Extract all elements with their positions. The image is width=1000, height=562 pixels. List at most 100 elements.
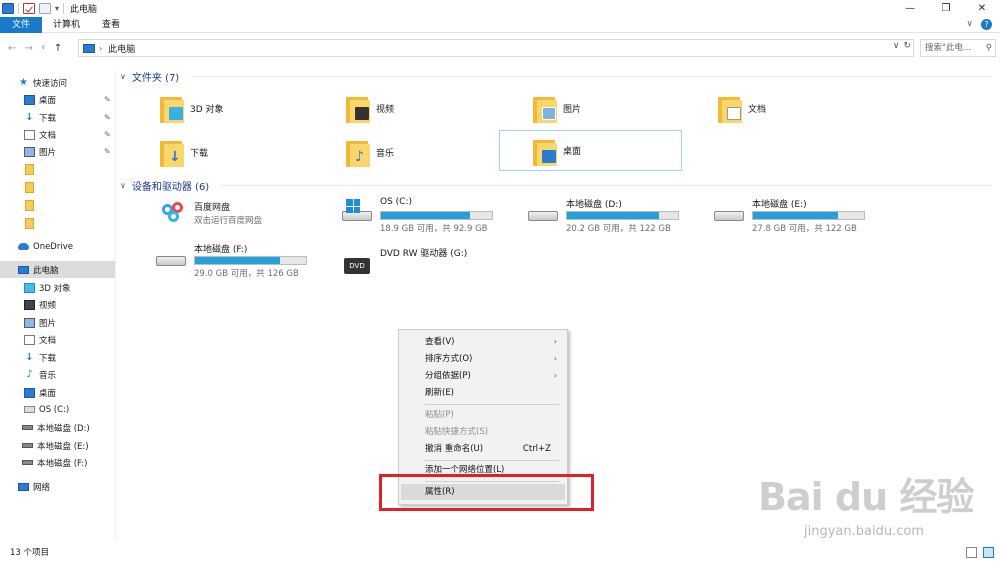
sidebar-item-this-pc[interactable]: 此电脑 — [0, 261, 115, 278]
details-view-icon[interactable] — [966, 547, 977, 558]
submenu-arrow-icon: › — [553, 337, 557, 346]
sidebar-item-drive-e[interactable]: 本地磁盘 (E:) — [0, 437, 115, 454]
drive-info: 18.9 GB 可用，共 92.9 GB — [380, 224, 488, 234]
pin-icon: ✎ — [104, 95, 111, 104]
address-bar[interactable]: › 此电脑 ∨ ↻ — [78, 39, 914, 57]
search-icon[interactable]: ⚲ — [986, 40, 992, 56]
drive-dvd[interactable]: DVD DVD RW 驱动器 (G:) — [342, 246, 512, 282]
address-dropdown-icon[interactable]: ∨ — [893, 41, 900, 51]
tab-computer[interactable]: 计算机 — [42, 17, 91, 33]
sidebar-item-folder[interactable] — [0, 179, 115, 196]
sidebar-item-documents-pc[interactable]: 文档 — [0, 331, 115, 348]
folder-documents[interactable]: 文档 — [718, 90, 878, 126]
sidebar-item-onedrive[interactable]: OneDrive — [0, 238, 115, 255]
drive-info: 27.8 GB 可用，共 122 GB — [752, 224, 857, 234]
menu-item-label: 刷新(E) — [425, 388, 455, 398]
sidebar-item-pictures[interactable]: 图片 ✎ — [0, 143, 115, 160]
hdd-icon — [156, 256, 186, 266]
search-input[interactable]: 搜索"此电... ⚲ — [920, 39, 996, 57]
3d-objects-icon — [24, 282, 35, 293]
title-bar: ▾ 此电脑 — ❐ ✕ — [0, 0, 1000, 17]
drive-baidu-netdisk[interactable]: 百度网盘 双击运行百度网盘 — [156, 200, 326, 236]
drive-name: OS (C:) — [380, 197, 412, 207]
help-icon[interactable]: ? — [981, 19, 992, 30]
star-icon: ★ — [19, 76, 28, 88]
collapse-chevron-icon[interactable]: ∨ — [120, 72, 126, 81]
close-button[interactable]: ✕ — [964, 0, 1000, 17]
menu-item-group-by[interactable]: 分组依据(P) › — [401, 368, 565, 384]
folder-3d-objects[interactable]: 3D 对象 — [160, 90, 320, 126]
menu-item-undo-rename[interactable]: 撤消 重命名(U) Ctrl+Z — [401, 441, 565, 457]
menu-item-label: 撤消 重命名(U) — [425, 444, 484, 454]
up-arrow-icon[interactable]: ↑ — [54, 43, 62, 54]
folder-videos[interactable]: 视频 — [346, 90, 506, 126]
sidebar-item-folder[interactable] — [0, 197, 115, 214]
sidebar-item-folder[interactable] — [0, 161, 115, 178]
recent-locations-chevron-icon[interactable]: ∨ — [41, 43, 46, 54]
expand-ribbon-icon[interactable]: ∨ — [966, 19, 973, 30]
this-pc-icon[interactable] — [2, 3, 14, 14]
sidebar-item-folder[interactable] — [0, 215, 115, 232]
menu-item-paste-shortcut[interactable]: 粘贴快捷方式(S) — [401, 424, 565, 440]
desktop-icon — [24, 387, 35, 398]
sidebar-item-quick-access[interactable]: ★ 快速访问 — [0, 74, 115, 91]
breadcrumb-this-pc[interactable]: 此电脑 — [108, 42, 135, 55]
status-bar: 13 个项目 — [0, 544, 1000, 562]
sidebar-item-downloads[interactable]: ↓ 下载 ✎ — [0, 109, 115, 126]
drive-icon — [22, 443, 33, 448]
menu-item-view[interactable]: 查看(V) › — [401, 334, 565, 350]
windows-logo-icon — [346, 199, 360, 213]
drive-name: 本地磁盘 (E:) — [752, 200, 807, 210]
drive-f[interactable]: 本地磁盘 (F:) 29.0 GB 可用，共 126 GB — [156, 242, 326, 282]
sidebar-item-drive-f[interactable]: 本地磁盘 (F:) — [0, 454, 115, 471]
sidebar-item-music[interactable]: ♪ 音乐 — [0, 366, 115, 383]
pin-icon: ✎ — [104, 130, 111, 139]
folder-downloads[interactable]: ↓ 下载 — [160, 134, 320, 170]
tab-file[interactable]: 文件 — [0, 16, 43, 33]
minimize-button[interactable]: — — [892, 0, 928, 17]
sidebar-item-drive-c[interactable]: OS (C:) — [0, 401, 115, 418]
music-icon: ♪ — [26, 368, 33, 380]
sidebar-item-drive-d[interactable]: 本地磁盘 (D:) — [0, 419, 115, 436]
refresh-icon[interactable]: ↻ — [903, 41, 911, 51]
new-folder-icon[interactable] — [39, 3, 51, 14]
menu-item-label: 分组依据(P) — [425, 371, 471, 381]
menu-item-refresh[interactable]: 刷新(E) — [401, 385, 565, 401]
folders-section-header[interactable]: ∨ 文件夹 (7) — [120, 69, 179, 84]
drive-usage-fill — [753, 212, 839, 219]
drive-icon — [22, 425, 33, 430]
sidebar-item-3d-objects[interactable]: 3D 对象 — [0, 279, 115, 296]
sidebar-item-label: 此电脑 — [33, 265, 59, 276]
menu-item-paste[interactable]: 粘贴(P) — [401, 407, 565, 423]
document-icon — [24, 129, 35, 140]
separator — [18, 3, 19, 14]
devices-section-header[interactable]: ∨ 设备和驱动器 (6) — [120, 178, 209, 193]
drive-d[interactable]: 本地磁盘 (D:) 20.2 GB 可用，共 122 GB — [528, 197, 698, 237]
sidebar-item-documents[interactable]: 文档 ✎ — [0, 126, 115, 143]
folder-pictures[interactable]: 图片 — [533, 90, 693, 126]
folder-music[interactable]: ♪ 音乐 — [346, 134, 506, 170]
folder-desktop[interactable]: 桌面 — [499, 130, 682, 171]
collapse-chevron-icon[interactable]: ∨ — [120, 181, 126, 190]
sidebar-item-downloads-pc[interactable]: ↓ 下载 — [0, 349, 115, 366]
forward-arrow-icon[interactable]: → — [24, 43, 32, 54]
window-controls: — ❐ ✕ — [892, 0, 1000, 17]
drive-c[interactable]: OS (C:) 18.9 GB 可用，共 92.9 GB — [342, 197, 512, 237]
sidebar-item-desktop[interactable]: 桌面 ✎ — [0, 91, 115, 108]
customize-toolbar-chevron-icon[interactable]: ▾ — [55, 4, 59, 13]
drive-usage-bar — [752, 211, 865, 220]
properties-check-icon[interactable] — [23, 3, 35, 14]
sidebar-item-videos[interactable]: 视频 — [0, 296, 115, 313]
sidebar-item-network[interactable]: 网络 — [0, 478, 115, 495]
drive-e[interactable]: 本地磁盘 (E:) 27.8 GB 可用，共 122 GB — [714, 197, 884, 237]
maximize-button[interactable]: ❐ — [928, 0, 964, 17]
menu-item-sort-by[interactable]: 排序方式(O) › — [401, 351, 565, 367]
back-arrow-icon[interactable]: ← — [8, 43, 16, 54]
menu-item-label: 粘贴快捷方式(S) — [425, 427, 489, 437]
tab-view[interactable]: 查看 — [91, 17, 131, 33]
tiles-view-icon[interactable] — [983, 547, 994, 558]
breadcrumb-separator-icon[interactable]: › — [99, 44, 102, 53]
hdd-icon — [528, 211, 558, 221]
sidebar-item-pictures-pc[interactable]: 图片 — [0, 314, 115, 331]
sidebar-item-desktop-pc[interactable]: 桌面 — [0, 384, 115, 401]
